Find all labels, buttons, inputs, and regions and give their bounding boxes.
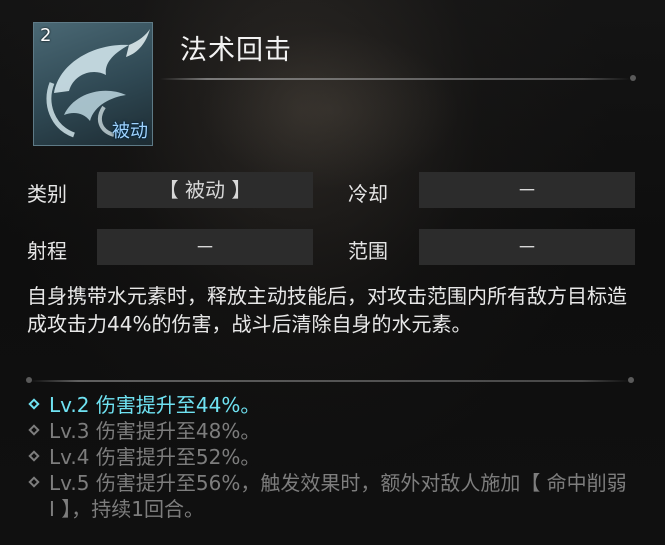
- area-label: 范围: [348, 239, 388, 263]
- range-label: 射程: [27, 239, 67, 263]
- level-upgrade-list: Lv.2 伤害提升至44%。 Lv.3 伤害提升至48%。 Lv.4 伤害提升至…: [27, 392, 637, 522]
- skill-icon: 2 被动: [33, 22, 153, 146]
- level-item-text: Lv.3 伤害提升至48%。: [49, 419, 261, 443]
- level-item-text: Lv.4 伤害提升至52%。: [49, 445, 261, 469]
- diamond-bullet-icon: [28, 476, 40, 488]
- level-item-text: Lv.5 伤害提升至56%，触发效果时，额外对敌人施加【 命中削弱 Ⅰ 】，持续…: [49, 471, 627, 521]
- skill-title: 法术回击: [180, 35, 292, 66]
- section-divider: [26, 377, 634, 383]
- title-divider: [160, 75, 636, 81]
- level-item-3: Lv.3 伤害提升至48%。: [27, 418, 637, 444]
- skill-type-badge: 被动: [112, 121, 148, 142]
- diamond-bullet-icon: [28, 424, 40, 436]
- cooldown-value: －: [419, 172, 635, 208]
- diamond-bullet-icon: [28, 450, 40, 462]
- category-value: 【 被动 】: [97, 172, 313, 208]
- level-item-text: Lv.2 伤害提升至44%。: [49, 393, 261, 417]
- level-item-5: Lv.5 伤害提升至56%，触发效果时，额外对敌人施加【 命中削弱 Ⅰ 】，持续…: [27, 470, 637, 522]
- diamond-bullet-icon: [28, 398, 40, 410]
- level-item-4: Lv.4 伤害提升至52%。: [27, 444, 637, 470]
- range-value: －: [97, 229, 313, 265]
- category-label: 类别: [27, 182, 67, 206]
- skill-description: 自身携带水元素时，释放主动技能后，对攻击范围内所有敌方目标造成攻击力44%的伤害…: [27, 284, 627, 336]
- skill-detail-panel: 2 被动 法术回击 类别 【 被动 】 冷却 － 射程 － 范围 － 自身携带水…: [0, 0, 665, 545]
- cooldown-label: 冷却: [348, 182, 388, 206]
- skill-level-number: 2: [40, 25, 52, 46]
- area-value: －: [419, 229, 635, 265]
- level-item-2: Lv.2 伤害提升至44%。: [27, 392, 637, 418]
